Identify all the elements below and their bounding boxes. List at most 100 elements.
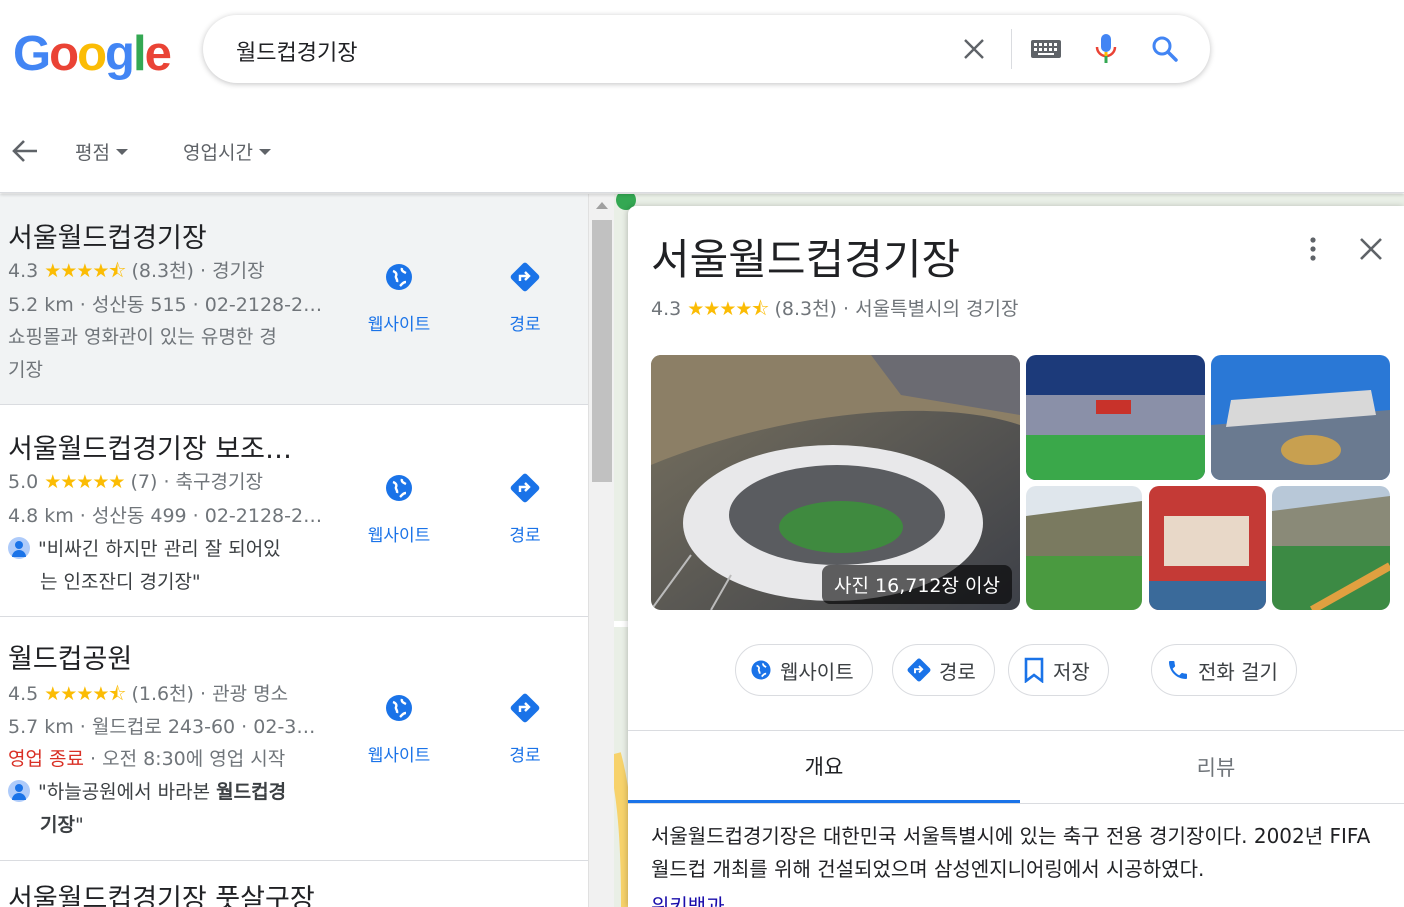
wikipedia-link[interactable]: 위키백과: [651, 890, 725, 907]
stadium-field-image: [1272, 486, 1390, 610]
result-review: 기장": [40, 814, 84, 836]
website-label: 웹사이트: [367, 746, 431, 766]
scrollbar-thumb[interactable]: [592, 220, 612, 482]
website-button[interactable]: 웹사이트: [359, 473, 439, 546]
result-category: · 경기장: [200, 260, 265, 282]
result-snippet: 기장: [8, 359, 43, 381]
result-review: "비싸긴 하지만 관리 잘 되어있: [8, 534, 281, 561]
review-count[interactable]: (8.3천): [774, 298, 837, 320]
save-button[interactable]: 저장: [1008, 644, 1109, 696]
photo-thumbnail[interactable]: [1026, 355, 1205, 480]
button-label: 전화 걸기: [1198, 659, 1278, 684]
tab-overview[interactable]: 개요: [628, 731, 1020, 803]
place-category: 서울특별시의 경기장: [855, 298, 1019, 320]
search-input[interactable]: 월드컵경기장: [236, 35, 357, 67]
directions-button[interactable]: 경로: [892, 644, 995, 696]
rating-value: 4.5: [8, 683, 39, 705]
globe-icon: [386, 695, 412, 721]
user-avatar-icon: [8, 537, 30, 559]
logo-letter: G: [13, 27, 51, 81]
filter-bar: 평점 영업시간: [0, 128, 600, 172]
rating-value: 4.3: [8, 260, 39, 282]
separator-dot: ·: [843, 298, 850, 320]
photo-thumbnail[interactable]: [1149, 486, 1266, 610]
review-count: (1.6천): [131, 683, 194, 705]
photo-thumbnail[interactable]: [1211, 355, 1390, 480]
result-review: "하늘공원에서 바라본 월드컵경: [8, 777, 286, 804]
main-photo[interactable]: 사진 16,712장 이상: [651, 355, 1020, 610]
result-item[interactable]: 서울월드컵경기장 보조… 5.0 ★★★★★ (7) · 축구경기장 4.8 k…: [0, 405, 588, 617]
button-label: 저장: [1053, 659, 1090, 684]
stadium-exterior-image: [1211, 355, 1390, 480]
photo-thumbnail[interactable]: [1026, 486, 1142, 610]
directions-label: 경로: [509, 526, 541, 546]
result-address: 4.8 km · 성산동 499 · 02-2128-2…: [8, 505, 323, 527]
result-item[interactable]: 서울월드컵경기장 풋살구장: [0, 861, 588, 907]
directions-button[interactable]: 경로: [485, 693, 565, 766]
close-icon[interactable]: [1356, 234, 1386, 264]
phone-icon: [1169, 661, 1187, 679]
website-label: 웹사이트: [367, 315, 431, 335]
chevron-down-icon: [258, 148, 271, 155]
call-button[interactable]: 전화 걸기: [1151, 644, 1297, 696]
microphone-icon[interactable]: [1089, 32, 1123, 66]
directions-label: 경로: [509, 315, 541, 335]
star-rating-icon: ★★★★★: [44, 471, 125, 493]
result-rating-line: 5.0 ★★★★★ (7) · 축구경기장: [8, 467, 263, 494]
result-rating-line: 4.3 ★★★★⯪ (8.3천) · 경기장: [8, 256, 265, 289]
place-detail-panel: 서울월드컵경기장 4.3 ★★★★⯪ (8.3천) · 서울특별시의 경기장 사…: [628, 206, 1404, 907]
scroll-up-arrow-icon[interactable]: [596, 202, 608, 209]
website-button[interactable]: 웹사이트: [359, 693, 439, 766]
photo-thumbnail[interactable]: [1272, 486, 1390, 610]
results-scrollbar[interactable]: [588, 194, 614, 907]
website-label: 웹사이트: [367, 526, 431, 546]
rating-value: 4.3: [651, 298, 682, 320]
search-icon[interactable]: [1148, 32, 1182, 66]
result-item[interactable]: 월드컵공원 4.5 ★★★★⯪ (1.6천) · 관광 명소 5.7 km · …: [0, 617, 588, 861]
star-rating-icon: ★★★★⯪: [44, 260, 126, 282]
result-title[interactable]: 서울월드컵경기장: [8, 216, 207, 255]
button-label: 웹사이트: [780, 659, 854, 684]
result-title[interactable]: 서울월드컵경기장 보조…: [8, 427, 292, 466]
star-rating-icon: ★★★★⯪: [687, 298, 769, 320]
directions-button[interactable]: 경로: [485, 262, 565, 335]
search-box[interactable]: 월드컵경기장: [203, 15, 1210, 83]
more-options-icon[interactable]: [1303, 234, 1323, 264]
result-rating-line: 4.5 ★★★★⯪ (1.6천) · 관광 명소: [8, 679, 288, 712]
logo-letter: e: [144, 27, 172, 81]
directions-button[interactable]: 경로: [485, 473, 565, 546]
clear-icon[interactable]: [957, 32, 991, 66]
tab-reviews[interactable]: 리뷰: [1020, 731, 1404, 803]
keyboard-icon[interactable]: [1029, 32, 1063, 66]
filter-hours[interactable]: 영업시간: [183, 138, 271, 165]
photo-count-badge[interactable]: 사진 16,712장 이상: [822, 565, 1012, 604]
chevron-down-icon: [115, 148, 128, 155]
stadium-stands-image: [1026, 486, 1142, 610]
result-review: 는 인조잔디 경기장": [40, 571, 201, 593]
rating-value: 5.0: [8, 471, 39, 493]
result-address: 5.2 km · 성산동 515 · 02-2128-2…: [8, 294, 323, 316]
globe-icon: [386, 264, 412, 290]
result-address: 5.7 km · 월드컵로 243-60 · 02-3…: [8, 716, 316, 738]
website-button[interactable]: 웹사이트: [735, 644, 873, 696]
google-logo[interactable]: Google: [13, 26, 172, 82]
globe-icon: [751, 660, 771, 680]
result-title[interactable]: 서울월드컵경기장 풋살구장: [8, 877, 315, 907]
review-count: (7): [130, 471, 158, 493]
logo-letter: o: [49, 27, 79, 81]
directions-icon: [510, 693, 540, 723]
filter-label: 영업시간: [183, 142, 253, 164]
logo-letter: o: [77, 27, 107, 81]
filter-rating[interactable]: 평점: [75, 138, 128, 165]
results-list: 서울월드컵경기장 4.3 ★★★★⯪ (8.3천) · 경기장 5.2 km ·…: [0, 194, 588, 907]
search-divider: [1011, 29, 1012, 69]
back-arrow-icon[interactable]: [10, 136, 40, 166]
place-rating-line: 4.3 ★★★★⯪ (8.3천) · 서울특별시의 경기장: [651, 294, 1019, 327]
website-button[interactable]: 웹사이트: [359, 262, 439, 335]
result-category: · 축구경기장: [163, 471, 263, 493]
stadium-night-image: [1026, 355, 1205, 480]
panel-tabs: 개요 리뷰: [628, 730, 1404, 804]
result-item[interactable]: 서울월드컵경기장 4.3 ★★★★⯪ (8.3천) · 경기장 5.2 km ·…: [0, 194, 588, 405]
result-title[interactable]: 월드컵공원: [8, 637, 132, 676]
header: Google 월드컵경기장 평점 영업시간: [0, 0, 1404, 193]
